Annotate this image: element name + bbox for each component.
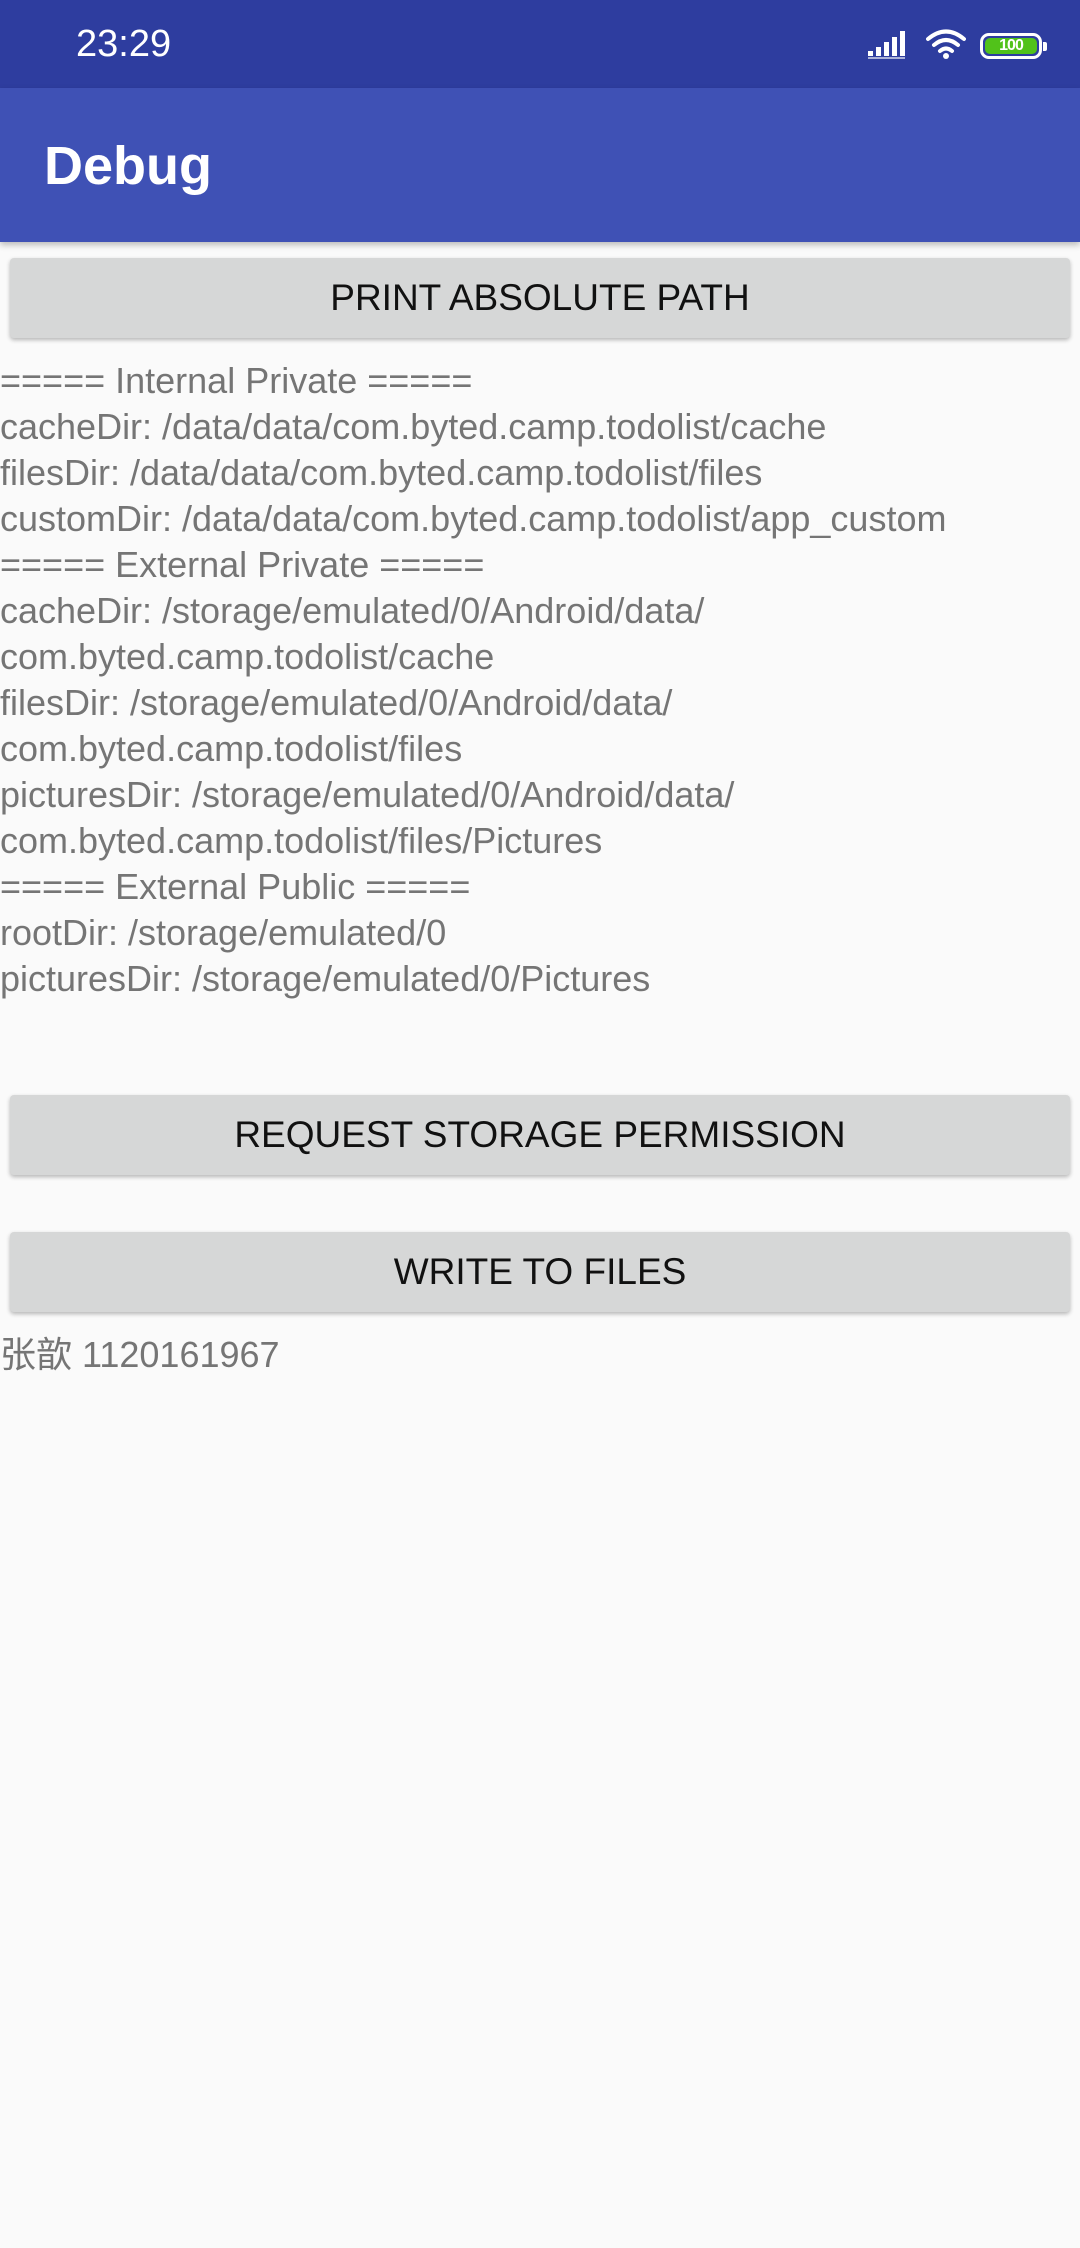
path-output-line: rootDir: /storage/emulated/0: [0, 912, 447, 953]
path-output-text: ===== Internal Private ===== cacheDir: /d…: [0, 358, 1080, 1002]
write-to-files-button[interactable]: WRITE TO FILES: [10, 1232, 1070, 1312]
battery-fill: 100: [985, 38, 1037, 54]
path-output-line: com.byted.camp.todolist/cache: [0, 636, 495, 677]
path-output-line: picturesDir: /storage/emulated/0/Android…: [0, 774, 735, 815]
app-title: Debug: [44, 136, 212, 196]
path-output-line: filesDir: /storage/emulated/0/Android/da…: [0, 682, 673, 723]
path-output-line: ===== External Public =====: [0, 866, 471, 907]
battery-icon: 100: [980, 33, 1047, 59]
print-absolute-path-button[interactable]: PRINT ABSOLUTE PATH: [10, 258, 1070, 338]
path-output-line: ===== Internal Private =====: [0, 360, 473, 401]
write-output-text: 张歆 1120161967: [0, 1334, 280, 1375]
status-bar: 23:29 100: [0, 0, 1080, 88]
signal-icon: [868, 29, 912, 64]
path-output-line: com.byted.camp.todolist/files/Pictures: [0, 820, 603, 861]
path-output-line: ===== External Private =====: [0, 544, 485, 585]
path-output-line: com.byted.camp.todolist/files: [0, 728, 463, 769]
request-storage-permission-button[interactable]: REQUEST STORAGE PERMISSION: [10, 1095, 1070, 1175]
status-icons: 100: [868, 26, 1047, 66]
path-output-line: cacheDir: /data/data/com.byted.camp.todo…: [0, 406, 827, 447]
path-output-line: filesDir: /data/data/com.byted.camp.todo…: [0, 452, 763, 493]
battery-level: 100: [999, 37, 1024, 54]
path-output-line: picturesDir: /storage/emulated/0/Picture…: [0, 958, 651, 999]
status-time: 23:29: [76, 23, 172, 65]
app-bar: Debug: [0, 88, 1080, 242]
path-output-line: cacheDir: /storage/emulated/0/Android/da…: [0, 590, 705, 631]
path-output-line: customDir: /data/data/com.byted.camp.tod…: [0, 498, 947, 539]
wifi-icon: [926, 28, 966, 65]
battery-nub: [1043, 42, 1047, 51]
